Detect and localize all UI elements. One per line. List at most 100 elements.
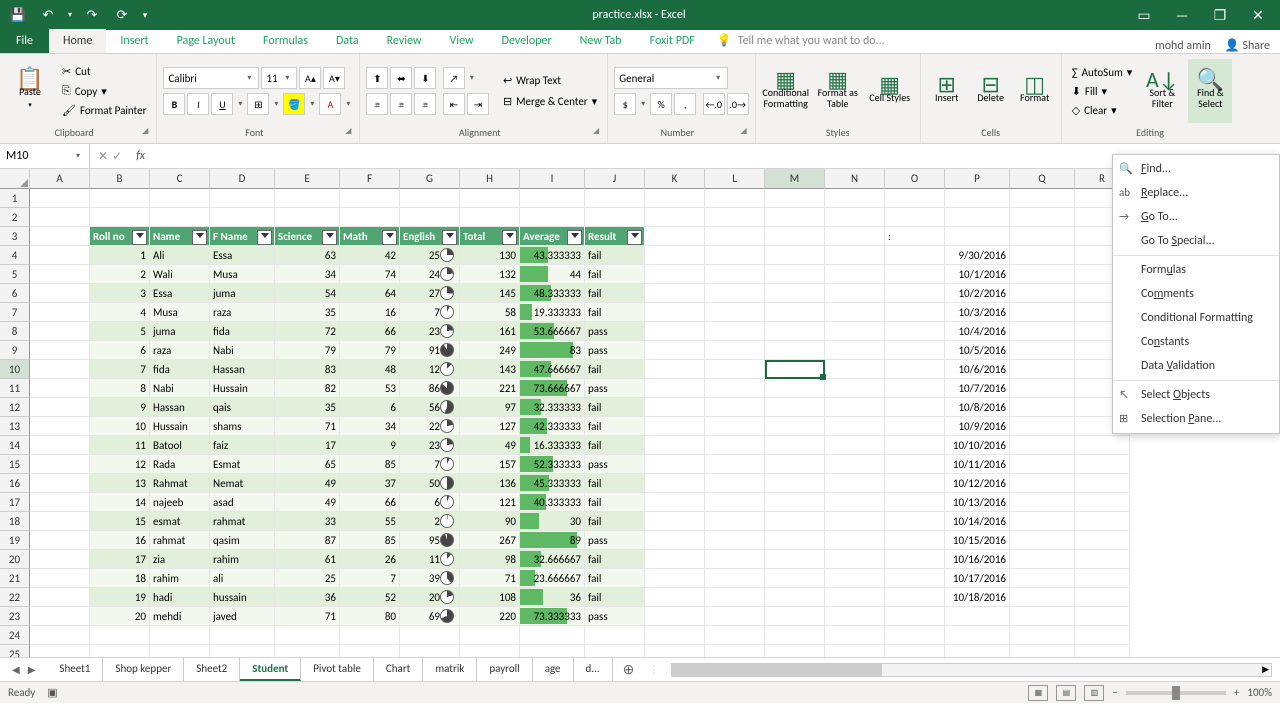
cell[interactable]: 6 bbox=[90, 341, 150, 360]
cell[interactable]: Essa bbox=[210, 246, 275, 265]
cell[interactable] bbox=[765, 474, 825, 493]
cell[interactable]: 18 bbox=[90, 569, 150, 588]
row-header[interactable]: 15 bbox=[0, 455, 30, 474]
cell[interactable] bbox=[825, 569, 885, 588]
cell[interactable]: 52.333333 bbox=[520, 455, 585, 474]
cell[interactable]: pass bbox=[585, 455, 645, 474]
cell[interactable] bbox=[585, 208, 645, 227]
cell[interactable]: Hassan bbox=[150, 398, 210, 417]
decrease-decimal-icon[interactable]: .0→ bbox=[727, 93, 749, 115]
column-header[interactable]: K bbox=[645, 169, 705, 189]
cell[interactable]: 16.333333 bbox=[520, 436, 585, 455]
cell[interactable] bbox=[825, 512, 885, 531]
cell[interactable] bbox=[825, 322, 885, 341]
cell[interactable]: Math bbox=[340, 227, 400, 246]
cell[interactable] bbox=[520, 645, 585, 657]
column-header[interactable]: N bbox=[825, 169, 885, 189]
cell[interactable]: 249 bbox=[460, 341, 520, 360]
cell[interactable] bbox=[460, 645, 520, 657]
cell[interactable] bbox=[30, 550, 90, 569]
cell[interactable] bbox=[765, 322, 825, 341]
cell[interactable] bbox=[825, 303, 885, 322]
row-header[interactable]: 7 bbox=[0, 303, 30, 322]
cell[interactable]: rahmat bbox=[150, 531, 210, 550]
cell[interactable]: 87 bbox=[275, 531, 340, 550]
dropdown-item[interactable]: Constants bbox=[1113, 330, 1279, 354]
qat-customize-icon[interactable]: ▾ bbox=[138, 2, 152, 28]
cell[interactable] bbox=[645, 569, 705, 588]
fill-color-button[interactable]: 🪣 bbox=[283, 93, 305, 115]
cell[interactable]: raza bbox=[150, 341, 210, 360]
cell[interactable]: 48 bbox=[340, 360, 400, 379]
cell[interactable]: Roll no bbox=[90, 227, 150, 246]
tab-review[interactable]: Review bbox=[373, 29, 436, 53]
cell[interactable] bbox=[885, 379, 945, 398]
cell[interactable] bbox=[1010, 208, 1075, 227]
column-header[interactable]: F bbox=[340, 169, 400, 189]
cell[interactable] bbox=[1010, 303, 1075, 322]
save-icon[interactable]: 💾 bbox=[4, 2, 32, 28]
cell[interactable] bbox=[30, 303, 90, 322]
cell[interactable] bbox=[705, 550, 765, 569]
cell[interactable] bbox=[885, 455, 945, 474]
row-header[interactable]: 22 bbox=[0, 588, 30, 607]
cell[interactable] bbox=[825, 360, 885, 379]
enter-formula-icon[interactable]: ✓ bbox=[112, 149, 122, 164]
cell[interactable] bbox=[275, 645, 340, 657]
cell[interactable] bbox=[585, 645, 645, 657]
cell[interactable] bbox=[30, 265, 90, 284]
cell[interactable]: pass bbox=[585, 322, 645, 341]
cell[interactable] bbox=[885, 550, 945, 569]
cell[interactable]: 20 bbox=[400, 588, 460, 607]
cell[interactable]: 47.666667 bbox=[520, 360, 585, 379]
column-header[interactable]: I bbox=[520, 169, 585, 189]
cell[interactable]: 7 bbox=[400, 455, 460, 474]
column-header[interactable]: L bbox=[705, 169, 765, 189]
cell[interactable]: 50 bbox=[400, 474, 460, 493]
column-header[interactable]: G bbox=[400, 169, 460, 189]
cell[interactable]: 132 bbox=[460, 265, 520, 284]
row-header[interactable]: 5 bbox=[0, 265, 30, 284]
cell[interactable]: najeeb bbox=[150, 493, 210, 512]
cell[interactable] bbox=[30, 436, 90, 455]
cell[interactable]: 8 bbox=[90, 379, 150, 398]
cell[interactable]: 4 bbox=[90, 303, 150, 322]
cell[interactable]: 66 bbox=[340, 493, 400, 512]
tab-data[interactable]: Data bbox=[322, 29, 373, 53]
cell[interactable] bbox=[1075, 607, 1130, 626]
cell[interactable]: 19 bbox=[90, 588, 150, 607]
cell[interactable] bbox=[825, 246, 885, 265]
cell[interactable] bbox=[30, 531, 90, 550]
currency-icon[interactable]: $ bbox=[614, 93, 636, 115]
paste-button[interactable]: 📋Paste▾ bbox=[6, 59, 54, 123]
sort-filter-button[interactable]: A↓Sort & Filter bbox=[1140, 59, 1184, 123]
border-button[interactable]: ⊞ bbox=[247, 93, 269, 115]
cell[interactable] bbox=[585, 626, 645, 645]
cell[interactable]: 10/1/2016 bbox=[945, 265, 1010, 284]
cell[interactable] bbox=[885, 588, 945, 607]
cell[interactable] bbox=[885, 474, 945, 493]
select-all-corner[interactable] bbox=[0, 169, 30, 189]
cell[interactable]: 42 bbox=[340, 246, 400, 265]
cell[interactable]: fail bbox=[585, 569, 645, 588]
cell[interactable] bbox=[460, 626, 520, 645]
cell[interactable] bbox=[400, 626, 460, 645]
cell[interactable] bbox=[825, 436, 885, 455]
cell[interactable] bbox=[340, 189, 400, 208]
cell[interactable] bbox=[645, 265, 705, 284]
cell[interactable]: 7 bbox=[400, 303, 460, 322]
cell[interactable] bbox=[825, 341, 885, 360]
cell[interactable]: 16 bbox=[340, 303, 400, 322]
cell[interactable] bbox=[1075, 436, 1130, 455]
close-icon[interactable]: ✕ bbox=[1240, 2, 1276, 28]
cell[interactable]: 24 bbox=[400, 265, 460, 284]
cell[interactable] bbox=[645, 303, 705, 322]
cell[interactable] bbox=[1010, 512, 1075, 531]
cell[interactable] bbox=[210, 208, 275, 227]
cell[interactable]: 79 bbox=[275, 341, 340, 360]
cancel-formula-icon[interactable]: ✕ bbox=[98, 149, 108, 164]
redo-icon[interactable]: ↷ bbox=[78, 2, 106, 28]
delete-cells-button[interactable]: ⊟Delete bbox=[971, 59, 1011, 123]
cell[interactable]: 73.333333 bbox=[520, 607, 585, 626]
font-size-select[interactable]: 11▾ bbox=[261, 67, 297, 89]
